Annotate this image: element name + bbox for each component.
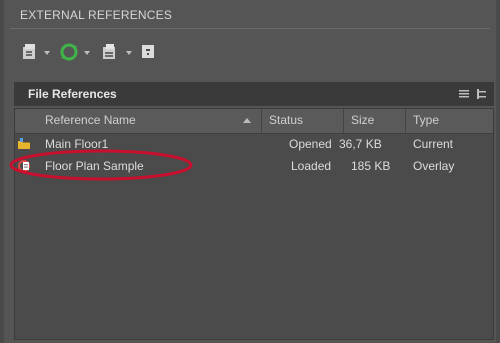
change-path-button[interactable] bbox=[100, 42, 120, 64]
change-path-dropdown-arrow[interactable] bbox=[126, 51, 132, 55]
toolbar bbox=[14, 40, 314, 68]
column-separator[interactable] bbox=[405, 109, 406, 133]
attach-button[interactable] bbox=[22, 42, 40, 64]
row-size: 185 KB bbox=[351, 159, 391, 173]
row-type: Overlay bbox=[413, 159, 455, 173]
column-header-reference-name[interactable]: Reference Name bbox=[45, 113, 136, 127]
file-references-header[interactable]: File References bbox=[14, 82, 494, 106]
palette-title: EXTERNAL REFERENCES bbox=[20, 8, 173, 22]
tree-view-icon[interactable] bbox=[476, 88, 488, 100]
column-separator[interactable] bbox=[343, 109, 344, 133]
column-header-status[interactable]: Status bbox=[269, 113, 303, 127]
palette-body: EXTERNAL REFERENCES File References Refe… bbox=[4, 0, 496, 343]
column-separator[interactable] bbox=[261, 109, 262, 133]
external-references-palette: EXTERNAL REFERENCES File References Refe… bbox=[0, 0, 500, 343]
refresh-button[interactable] bbox=[58, 42, 80, 64]
table-header: Reference Name Status Size Type bbox=[15, 109, 493, 134]
row-type: Current bbox=[413, 137, 454, 151]
row-status: Loaded bbox=[291, 159, 332, 173]
row-size: 36,7 KB bbox=[339, 137, 382, 151]
attach-dropdown-arrow[interactable] bbox=[44, 51, 50, 55]
file-references-title: File References bbox=[28, 87, 117, 101]
refresh-dropdown-arrow[interactable] bbox=[84, 51, 90, 55]
sort-ascending-icon bbox=[243, 118, 251, 123]
row-status: Opened bbox=[289, 137, 332, 151]
title-divider bbox=[10, 28, 490, 29]
highlight-ellipse bbox=[9, 149, 193, 181]
column-header-type[interactable]: Type bbox=[413, 113, 439, 127]
refresh-icon bbox=[60, 43, 78, 61]
file-references-table: Reference Name Status Size Type Main Flo… bbox=[14, 108, 494, 340]
help-icon bbox=[142, 45, 154, 58]
change-path-icon bbox=[103, 44, 115, 59]
column-header-size[interactable]: Size bbox=[351, 113, 374, 127]
list-view-icon[interactable] bbox=[458, 88, 470, 100]
help-button[interactable] bbox=[140, 42, 158, 64]
attach-icon bbox=[23, 44, 35, 59]
